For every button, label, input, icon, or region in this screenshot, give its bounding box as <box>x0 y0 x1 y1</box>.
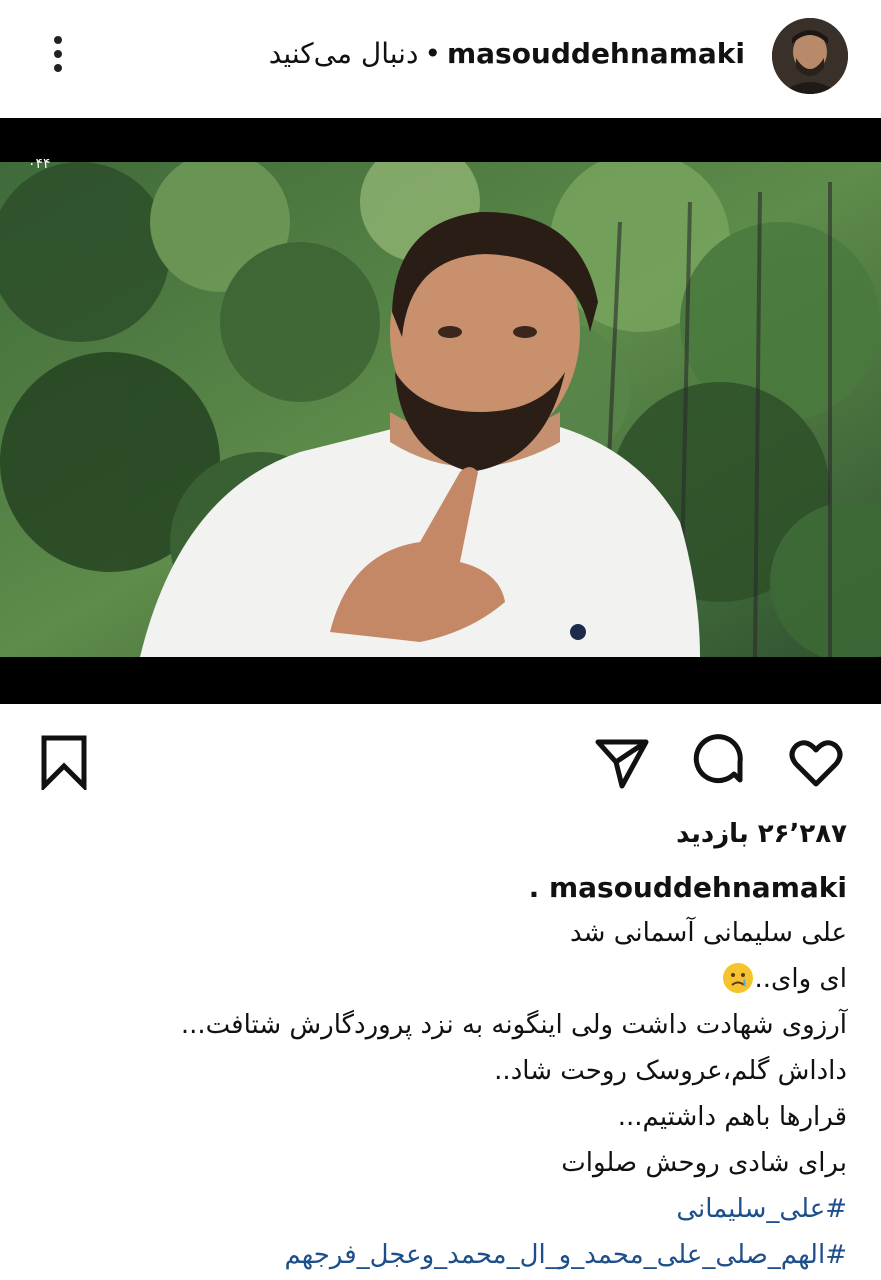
crying-face-emoji <box>722 963 753 993</box>
send-icon[interactable] <box>594 734 650 790</box>
comment-icon[interactable] <box>690 734 746 790</box>
caption-text: علی سلیمانی آسمانی شد ای وای.. آرزوی شها… <box>27 910 847 1278</box>
post-media[interactable]: ۰۴۴ <box>0 118 881 704</box>
hashtag-link[interactable]: #علی_سلیمانی <box>27 1186 847 1232</box>
heart-icon[interactable] <box>788 734 844 790</box>
caption-line: علی سلیمانی آسمانی شد <box>570 918 847 948</box>
caption-line: برای شادی روحش صلوات <box>561 1148 847 1178</box>
caption-line: ای وای.. <box>754 964 848 994</box>
post-header: masouddehnamaki•دنبال می‌کنید <box>0 0 881 112</box>
follow-status[interactable]: دنبال می‌کنید <box>269 37 419 70</box>
view-count: ۲۶٬۲۸۷ بازدید <box>676 819 847 849</box>
action-bar <box>0 716 881 812</box>
bookmark-icon[interactable] <box>36 734 92 793</box>
header-title: masouddehnamaki•دنبال می‌کنید <box>269 34 745 74</box>
caption-line: آرزوی شهادت داشت ولی اینگونه به نزد پرور… <box>180 1010 847 1040</box>
header-username[interactable]: masouddehnamaki <box>447 37 745 70</box>
avatar[interactable] <box>772 18 848 94</box>
header-separator: • <box>424 37 441 70</box>
caption-username-row: . masouddehnamaki <box>529 866 847 910</box>
caption-suffix: . <box>528 871 540 904</box>
hashtag-link[interactable]: #الهم_صلی_علی_محمد_و_ال_محمد_وعجل_فرجهم <box>27 1232 848 1278</box>
caption-username[interactable]: masouddehnamaki <box>549 871 847 904</box>
caption-line: داداش گلم،عروسک روحت شاد.. <box>494 1056 847 1086</box>
caption-line-with-emoji: ای وای.. <box>27 956 847 1002</box>
more-vertical-icon[interactable] <box>44 32 72 80</box>
caption-line: قرارها باهم داشتیم... <box>617 1102 847 1132</box>
video-frame[interactable]: ۰۴۴ <box>0 156 881 704</box>
video-watermark: ۰۴۴ <box>28 156 51 172</box>
